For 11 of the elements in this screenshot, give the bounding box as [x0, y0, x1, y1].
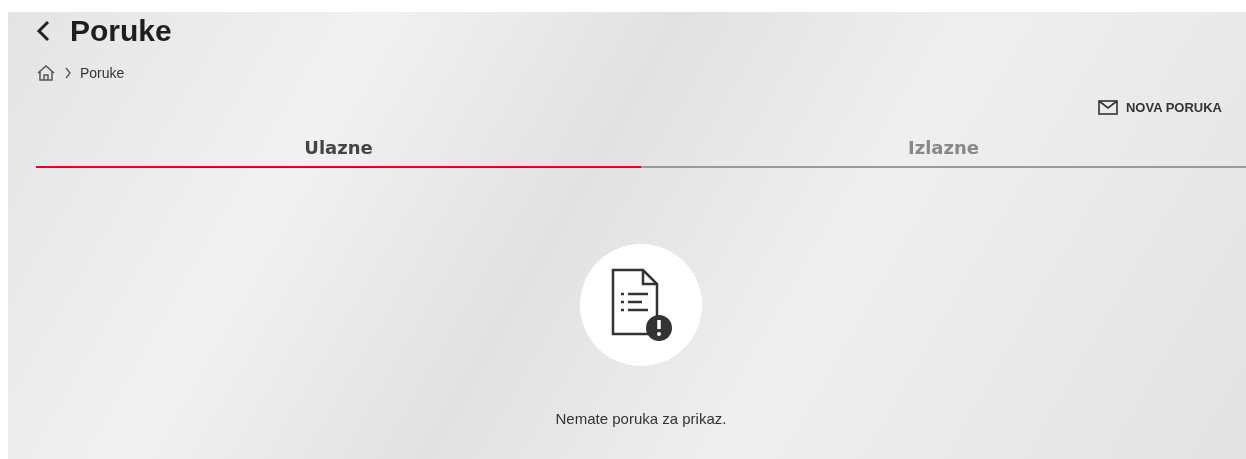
home-icon[interactable] — [36, 64, 56, 82]
back-button[interactable] — [36, 20, 50, 42]
back-icon — [36, 20, 50, 42]
breadcrumb-link[interactable]: Poruke — [80, 65, 125, 81]
tab[interactable]: Ulazne — [36, 131, 641, 168]
chevron-icon — [64, 67, 72, 79]
page-title: Poruke — [70, 14, 172, 48]
new-message-button[interactable]: NOVA PORUKA — [1093, 96, 1226, 119]
document-warning-icon — [609, 268, 673, 342]
empty-message: Nemate poruka za prikaz. — [555, 410, 727, 427]
envelope-icon — [1097, 100, 1118, 115]
